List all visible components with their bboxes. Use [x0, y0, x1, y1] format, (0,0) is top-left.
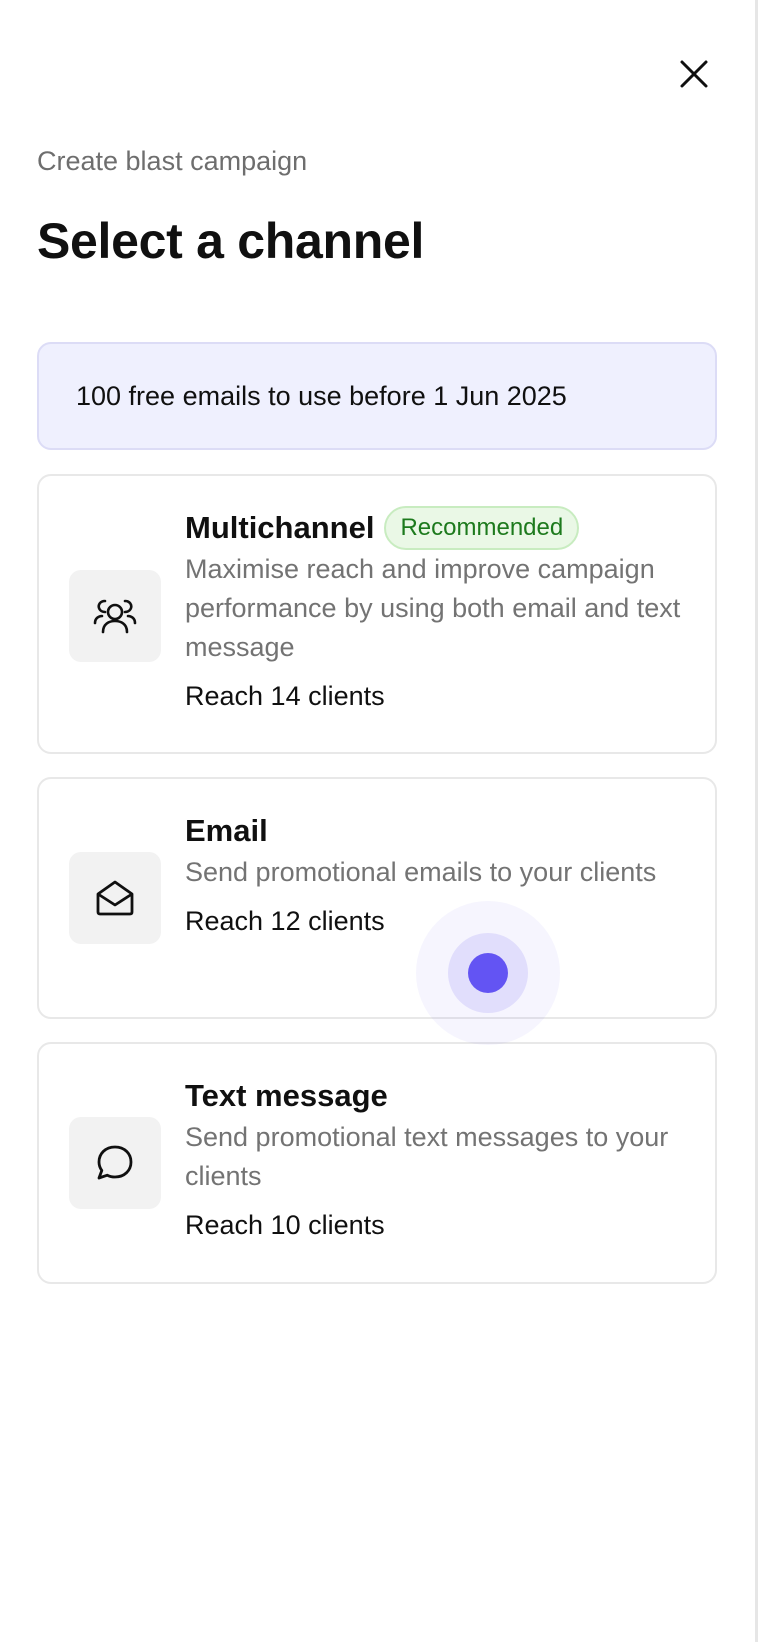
- close-icon: [680, 60, 708, 88]
- touch-indicator-dot: [468, 953, 508, 993]
- channel-select-screen: Create blast campaign Select a channel 1…: [0, 0, 758, 1642]
- card-title: Text message: [185, 1078, 388, 1113]
- card-description: Maximise reach and improve campaign perf…: [185, 554, 681, 662]
- envelope-open-icon: [96, 880, 134, 916]
- card-body: Text message Send promotional text messa…: [185, 1074, 685, 1241]
- touch-indicator-ring: [448, 933, 528, 1013]
- card-description: Send promotional emails to your clients: [185, 857, 657, 887]
- close-button[interactable]: [668, 48, 720, 100]
- chat-bubble-icon: [97, 1145, 133, 1180]
- card-title-row: Email: [185, 809, 685, 853]
- card-title-row: Text message: [185, 1074, 685, 1118]
- card-icon-box: [69, 570, 161, 662]
- card-body: Email Send promotional emails to your cl…: [185, 809, 685, 937]
- card-reach-count: Reach 14 clients: [185, 681, 385, 711]
- channel-card-multichannel[interactable]: Multichannel Recommended Maximise reach …: [37, 474, 717, 754]
- free-emails-banner: 100 free emails to use before 1 Jun 2025: [37, 342, 717, 450]
- channel-card-text-message[interactable]: Text message Send promotional text messa…: [37, 1042, 717, 1284]
- card-description: Send promotional text messages to your c…: [185, 1122, 669, 1191]
- card-title: Multichannel: [185, 510, 375, 545]
- recommended-badge: Recommended: [384, 506, 580, 550]
- card-title: Email: [185, 813, 268, 848]
- banner-text: 100 free emails to use before 1 Jun 2025: [76, 380, 567, 411]
- card-icon-box: [69, 852, 161, 944]
- card-icon-box: [69, 1117, 161, 1209]
- card-title-row: Multichannel Recommended: [185, 506, 685, 550]
- channel-card-email[interactable]: Email Send promotional emails to your cl…: [37, 777, 717, 1019]
- card-reach-count: Reach 10 clients: [185, 1210, 385, 1240]
- page-title: Select a channel: [37, 213, 425, 269]
- page-subtitle: Create blast campaign: [37, 146, 308, 176]
- card-body: Multichannel Recommended Maximise reach …: [185, 506, 685, 712]
- touch-indicator: [416, 901, 560, 1045]
- users-icon: [93, 599, 137, 634]
